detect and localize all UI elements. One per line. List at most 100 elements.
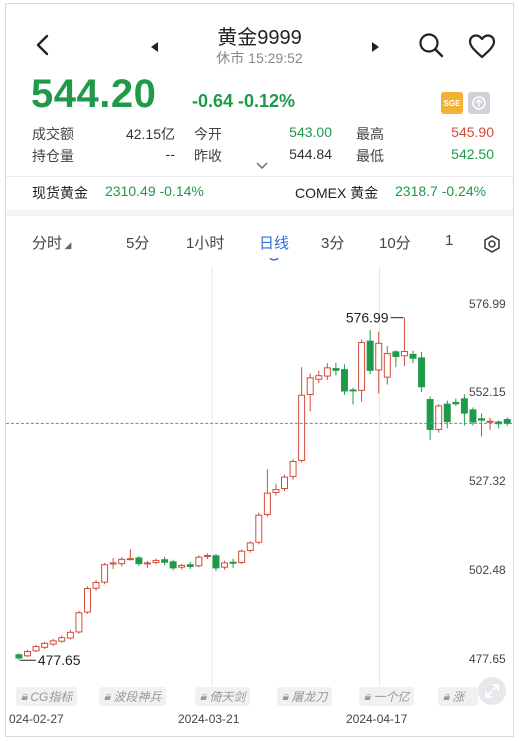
strategy-chip-label: 涨	[452, 690, 465, 704]
candle	[49, 638, 57, 646]
strategy-chip-cg[interactable]: 🔒︎ CG指标	[16, 687, 78, 706]
candle-body	[178, 564, 186, 568]
candle-body	[238, 550, 246, 564]
candle	[255, 512, 263, 545]
candle-body	[332, 368, 340, 371]
lock-icon: 🔒︎	[282, 689, 289, 703]
candle-body	[101, 564, 109, 583]
strategy-chip-more[interactable]: 🔒︎ 涨	[438, 687, 478, 706]
candle-body	[435, 405, 443, 430]
tab-intraday[interactable]: 分时 ◢	[32, 232, 71, 253]
strategy-chip-label: 一个亿	[373, 690, 410, 704]
candle-body	[358, 342, 366, 391]
candle-body	[49, 640, 57, 645]
strategy-chip-yiyi[interactable]: 🔒︎ 一个亿	[359, 687, 415, 706]
active-tab-indicator	[269, 258, 279, 261]
open-value: 543.00	[289, 124, 332, 140]
compare-badge[interactable]	[468, 92, 490, 114]
chart-settings-button[interactable]	[480, 232, 504, 256]
candle	[24, 649, 32, 658]
search-button[interactable]	[416, 30, 446, 60]
candle	[478, 413, 486, 437]
candle	[306, 373, 314, 412]
volume-value: 42.15亿	[125, 126, 175, 142]
candle-body	[392, 351, 400, 357]
candle-body	[426, 399, 434, 430]
high-label: 最高	[356, 126, 384, 142]
candle-body	[92, 581, 100, 589]
expand-stats-button[interactable]	[255, 160, 269, 170]
comex-gold-label[interactable]: COMEX 黄金	[295, 183, 378, 203]
tab-intraday-label: 分时	[32, 235, 63, 252]
candle	[289, 458, 297, 480]
candle	[161, 556, 169, 566]
candle-body	[15, 654, 23, 659]
candle	[152, 558, 160, 565]
comex-gold-value[interactable]: 2318.7 -0.24%	[395, 183, 486, 199]
tab-1hour[interactable]: 1小时	[186, 232, 224, 253]
candle-body	[255, 514, 263, 543]
candle	[229, 558, 237, 568]
candle-body	[221, 562, 229, 568]
last-price: 544.20	[31, 72, 157, 116]
min-price-label: 477.65	[38, 652, 81, 668]
tab-daily[interactable]: 日线	[259, 232, 289, 253]
candle	[495, 420, 503, 429]
strategy-chip-sword[interactable]: 🔒︎ 倚天剑	[195, 687, 251, 706]
candle	[66, 629, 74, 640]
candle	[452, 398, 460, 406]
expand-chart-button[interactable]	[478, 677, 506, 705]
candle-body	[143, 562, 151, 565]
tab-10min[interactable]: 10分	[379, 232, 411, 253]
next-instrument-button[interactable]	[366, 37, 386, 57]
candle	[195, 555, 203, 568]
tab-5min[interactable]: 5分	[126, 232, 149, 253]
candle-body	[58, 637, 66, 642]
strategy-chip-label: 波段神兵	[113, 690, 162, 704]
spot-gold-label[interactable]: 现货黄金	[32, 183, 88, 203]
y-tick-label: 502.48	[469, 563, 506, 577]
y-tick-label: 527.32	[469, 474, 506, 488]
candle-body	[366, 340, 374, 371]
y-tick-label: 477.65	[469, 652, 506, 666]
candle	[83, 586, 91, 614]
candle-body	[323, 367, 331, 377]
heart-icon	[468, 34, 496, 59]
candle	[272, 483, 280, 496]
candle	[109, 557, 117, 569]
candle-body	[246, 542, 254, 551]
max-price-label: 576.99	[346, 310, 389, 326]
open-interest-label: 持仓量	[32, 148, 74, 164]
candle	[418, 351, 426, 393]
candle	[298, 367, 306, 463]
volume-label: 成交额	[32, 126, 74, 142]
candle-body	[298, 394, 306, 461]
sge-badge[interactable]: SGE	[441, 92, 463, 114]
candle-body	[118, 558, 126, 565]
prev-close-label: 昨收	[194, 148, 222, 164]
candle-body	[469, 409, 477, 423]
y-tick-label: 576.99	[469, 297, 506, 311]
candlestick-chart[interactable]: 576.99 477.65	[6, 266, 513, 686]
tab-more[interactable]: 1	[445, 232, 453, 249]
strategy-chip-saber[interactable]: 🔒︎ 屠龙刀	[277, 687, 333, 706]
lock-icon: 🔒︎	[21, 689, 28, 703]
candle	[32, 644, 40, 653]
candle	[460, 394, 468, 426]
spot-gold-value[interactable]: 2310.49 -0.14%	[105, 183, 204, 199]
open-interest-value: --	[165, 146, 175, 162]
candle	[281, 474, 288, 492]
strategy-chip-wave[interactable]: 🔒︎ 波段神兵	[99, 687, 167, 706]
favorite-button[interactable]	[467, 31, 497, 61]
candle	[358, 339, 366, 402]
candle	[101, 562, 109, 585]
candle-body	[418, 357, 426, 388]
candle-body	[409, 353, 417, 359]
candle	[315, 370, 323, 384]
candles	[15, 317, 511, 661]
candle-body	[486, 420, 494, 423]
candle	[392, 350, 400, 368]
candle-body	[83, 588, 91, 613]
tab-3min[interactable]: 3分	[321, 232, 344, 253]
candle-body	[135, 557, 143, 565]
